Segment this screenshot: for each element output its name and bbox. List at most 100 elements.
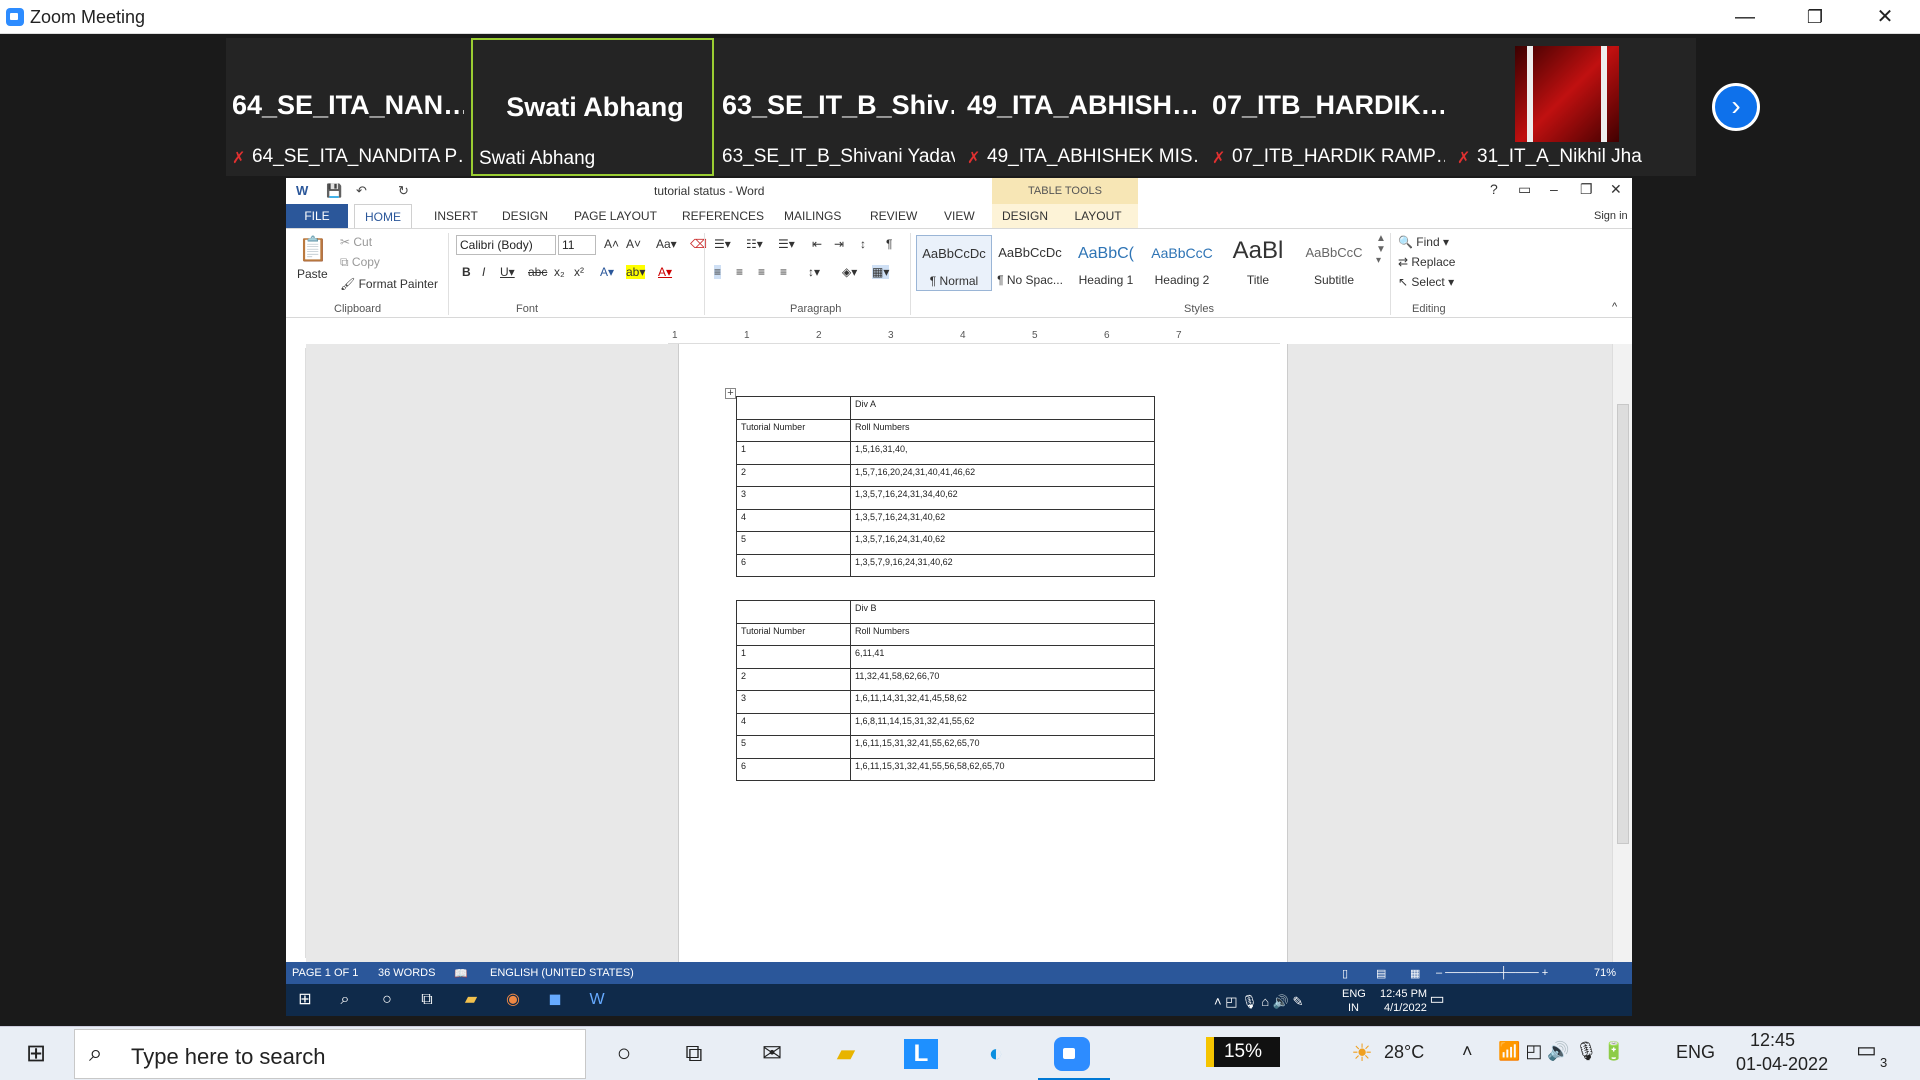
decrease-indent-icon[interactable]: ⇤	[812, 237, 822, 251]
help-button[interactable]: ?	[1490, 181, 1498, 197]
column-header[interactable]: Roll Numbers	[850, 622, 1155, 646]
table-move-handle-icon[interactable]: +	[725, 388, 736, 399]
borders-icon[interactable]: ▦▾	[872, 265, 890, 279]
tutorial-number-cell[interactable]: 5	[736, 735, 851, 759]
print-layout-icon[interactable]: ▤	[1376, 967, 1386, 980]
file-explorer-icon[interactable]: ▰	[828, 1039, 864, 1069]
tutorial-number-cell[interactable]: 5	[736, 531, 851, 555]
italic-icon[interactable]: I	[482, 265, 485, 279]
tab-view[interactable]: VIEW	[944, 204, 975, 228]
tab-mailings[interactable]: MAILINGS	[784, 204, 841, 228]
word-close-button[interactable]: ✕	[1610, 181, 1622, 198]
tutorial-number-cell[interactable]: 6	[736, 757, 851, 781]
style-heading-2[interactable]: AaBbCcC Heading 2	[1144, 235, 1220, 291]
roll-numbers-cell[interactable]: 1,5,7,16,20,24,31,40,41,46,62	[850, 463, 1155, 487]
roll-numbers-cell[interactable]: 1,6,11,15,31,32,41,55,62,65,70	[850, 735, 1155, 759]
tutorial-number-cell[interactable]: 6	[736, 553, 851, 577]
align-center-icon[interactable]: ≡	[736, 265, 743, 279]
division-label[interactable]: Div B	[850, 600, 1155, 624]
tray-status-icons[interactable]: 📶 ◰ 🔊 🎙 🔋	[1498, 1041, 1625, 1062]
subscript-icon[interactable]: x₂	[554, 265, 565, 279]
collapse-ribbon-icon[interactable]: ^	[1612, 301, 1617, 313]
tab-file[interactable]: FILE	[286, 204, 348, 228]
zoom-level[interactable]: 71%	[1594, 967, 1616, 979]
column-header[interactable]: Roll Numbers	[850, 418, 1155, 442]
roll-numbers-cell[interactable]: 6,11,41	[850, 645, 1155, 669]
windows-start-icon[interactable]: ⊞	[18, 1039, 54, 1069]
word-restore-button[interactable]: ❐	[1580, 181, 1593, 198]
table-cell[interactable]	[736, 600, 851, 624]
clock-date[interactable]: 01-04-2022	[1736, 1054, 1828, 1075]
multilevel-list-icon[interactable]: ☰▾	[778, 237, 795, 251]
participant-tile[interactable]: 49_ITA_ABHISH… ✗ 49_ITA_ABHISHEK MIS…	[961, 38, 1204, 176]
tutorial-number-cell[interactable]: 4	[736, 508, 851, 532]
tutorial-number-cell[interactable]: 2	[736, 463, 851, 487]
superscript-icon[interactable]: x²	[574, 265, 584, 279]
paste-button[interactable]: Paste	[297, 267, 328, 281]
tutorial-number-cell[interactable]: 1	[736, 645, 851, 669]
document-page[interactable]: + Div A Tutorial Number Roll Numbers 1 1,5,1…	[678, 344, 1288, 962]
justify-icon[interactable]: ≡	[780, 265, 787, 279]
tab-review[interactable]: REVIEW	[870, 204, 917, 228]
bold-icon[interactable]: B	[462, 265, 471, 279]
participant-tile[interactable]: 63_SE_IT_B_Shiv… 63_SE_IT_B_Shivani Yada…	[716, 38, 959, 176]
participant-tile[interactable]: 07_ITB_HARDIK… ✗ 07_ITB_HARDIK RAMP…	[1206, 38, 1449, 176]
style-heading-1[interactable]: AaBbC(Heading 1	[1068, 235, 1144, 291]
roll-numbers-cell[interactable]: 11,32,41,58,62,66,70	[850, 667, 1155, 691]
proofing-icon[interactable]: 📖	[454, 967, 468, 980]
division-label[interactable]: Div A	[850, 396, 1155, 420]
cortana-icon[interactable]: ○	[606, 1039, 642, 1069]
shading-icon[interactable]: ◈▾	[842, 265, 857, 279]
participant-tile[interactable]: ✗ 31_IT_A_Nikhil Jha	[1451, 38, 1694, 176]
roll-numbers-cell[interactable]: 1,3,5,7,16,24,31,34,40,62	[850, 486, 1155, 510]
tutorial-number-cell[interactable]: 4	[736, 712, 851, 736]
participant-tile[interactable]: 64_SE_ITA_NAN… ✗ 64_SE_ITA_NANDITA P…	[226, 38, 469, 176]
word-count[interactable]: 36 WORDS	[378, 967, 435, 979]
underline-icon[interactable]: U▾	[500, 265, 515, 279]
language-indicator[interactable]: ENG	[1676, 1042, 1715, 1063]
page-count[interactable]: PAGE 1 OF 1	[292, 967, 358, 979]
select-button[interactable]: ↖ Select ▾	[1398, 275, 1454, 289]
highlight-icon[interactable]: ab▾	[626, 265, 646, 279]
increase-indent-icon[interactable]: ⇥	[834, 237, 844, 251]
font-color-icon[interactable]: A▾	[658, 265, 672, 279]
replace-button[interactable]: ⇄ Replace	[1398, 255, 1455, 269]
redo-icon[interactable]: ↻	[398, 183, 409, 199]
tutorial-number-cell[interactable]: 3	[736, 690, 851, 714]
minimize-button[interactable]: —	[1710, 0, 1780, 34]
roll-numbers-cell[interactable]: 1,3,5,7,16,24,31,40,62	[850, 508, 1155, 532]
column-header[interactable]: Tutorial Number	[736, 622, 851, 646]
tab-page-layout[interactable]: PAGE LAYOUT	[574, 204, 657, 228]
save-icon[interactable]: 💾	[326, 183, 342, 199]
lms-app-icon[interactable]: L	[904, 1039, 938, 1069]
participant-tile-active-speaker[interactable]: Swati Abhang Swati Abhang	[471, 38, 714, 176]
table-cell[interactable]	[736, 396, 851, 420]
tab-table-layout[interactable]: LAYOUT	[1058, 204, 1138, 228]
horizontal-ruler[interactable]: 1 1 2 3 4 5 6 7	[668, 330, 1280, 344]
roll-numbers-cell[interactable]: 1,6,11,15,31,32,41,55,56,58,62,65,70	[850, 757, 1155, 781]
action-center-icon[interactable]: ▭	[1856, 1037, 1877, 1063]
cut-button[interactable]: ✂ Cut	[340, 235, 372, 249]
show-marks-icon[interactable]: ¶	[886, 237, 892, 251]
tutorial-number-cell[interactable]: 2	[736, 667, 851, 691]
show-hidden-icons[interactable]: ˄	[1462, 1041, 1473, 1062]
text-effects-icon[interactable]: A▾	[600, 265, 614, 279]
format-painter-button[interactable]: 🖌 Format Painter	[340, 277, 438, 291]
tutorial-number-cell[interactable]: 3	[736, 486, 851, 510]
align-left-icon[interactable]: ≡	[714, 265, 722, 279]
vertical-scrollbar[interactable]	[1612, 344, 1632, 962]
battery-percentage[interactable]: 15%	[1206, 1037, 1280, 1067]
weather-temp[interactable]: 28°C	[1384, 1042, 1424, 1063]
task-view-icon[interactable]: ⧉	[676, 1039, 712, 1069]
undo-icon[interactable]: ↶	[356, 183, 367, 199]
align-right-icon[interactable]: ≡	[758, 265, 765, 279]
web-layout-icon[interactable]: ▦	[1410, 967, 1420, 980]
tab-design[interactable]: DESIGN	[502, 204, 548, 228]
styles-scroll-icon[interactable]: ▲ ▼ ▾	[1376, 233, 1386, 266]
tab-home[interactable]: HOME	[354, 204, 412, 228]
language-indicator[interactable]: ENGLISH (UNITED STATES)	[490, 967, 634, 979]
numbering-icon[interactable]: ☷▾	[746, 237, 763, 251]
zoom-slider[interactable]: – ───────┼──── +	[1436, 967, 1548, 979]
font-size-select[interactable]: 11	[558, 235, 596, 255]
close-button[interactable]: ✕	[1850, 0, 1920, 34]
